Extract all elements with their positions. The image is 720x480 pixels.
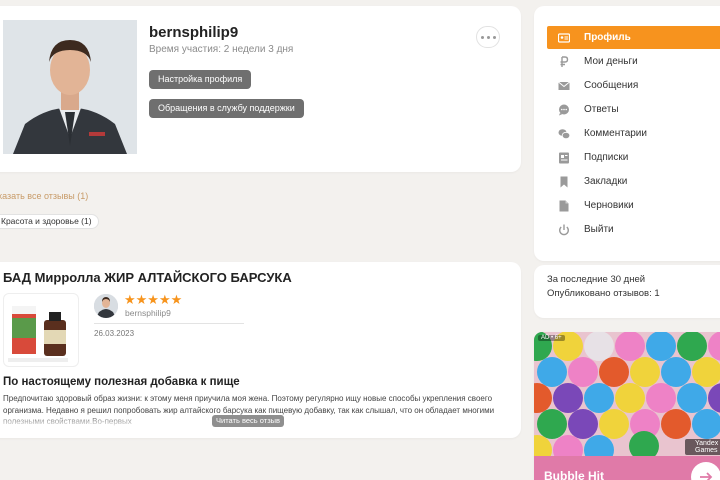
- sidebar-item-bookmarks[interactable]: Закладки: [547, 170, 720, 193]
- more-dot: [492, 35, 496, 39]
- profile-username: bernsphilip9: [149, 24, 239, 41]
- rating-stars-icon: ★★★★★: [124, 292, 183, 307]
- sidebar-item-profile[interactable]: Профиль: [547, 26, 720, 49]
- ad-title[interactable]: Bubble Hit: [544, 469, 604, 480]
- ruble-icon: [558, 55, 570, 68]
- show-all-reviews-link[interactable]: казать все отзывы (1): [0, 191, 88, 201]
- sidebar-item-label: Ответы: [584, 104, 619, 115]
- envelope-icon: [558, 80, 570, 92]
- more-options-button[interactable]: [476, 26, 500, 48]
- sidebar-item-label: Закладки: [584, 176, 628, 187]
- arrow-right-icon[interactable]: [691, 462, 720, 480]
- bubble-game-artwork: [534, 332, 720, 480]
- category-filter-chip[interactable]: Красота и здоровье (1): [0, 214, 99, 229]
- sidebar-item-label: Выйти: [584, 224, 614, 235]
- speech-bubble-icon: [558, 104, 570, 116]
- profile-settings-button[interactable]: Настройка профиля: [149, 70, 252, 89]
- sidebar-item-logout[interactable]: Выйти: [547, 218, 720, 241]
- review-date: 26.03.2023: [94, 329, 135, 338]
- product-image[interactable]: [3, 293, 79, 367]
- sidebar-item-label: Подписки: [584, 152, 629, 163]
- ad-banner[interactable]: AD • 6+ Yandex Games Bubble Hit: [534, 332, 720, 480]
- sidebar-item-label: Сообщения: [584, 80, 639, 91]
- subscriptions-icon: [558, 152, 570, 164]
- yandex-games-label: Yandex Games: [685, 439, 720, 455]
- sidebar-item-label: Черновики: [584, 200, 634, 211]
- sidebar-menu: Профиль Мои деньги Сообщения Ответы Комм…: [534, 6, 720, 261]
- reviewer-avatar[interactable]: [94, 294, 118, 318]
- stats-period: За последние 30 дней: [547, 274, 646, 285]
- bookmark-icon: [558, 176, 570, 188]
- profile-avatar[interactable]: [3, 20, 137, 154]
- sidebar-item-answers[interactable]: Ответы: [547, 98, 720, 121]
- sidebar-item-money[interactable]: Мои деньги: [547, 50, 720, 73]
- sidebar-item-label: Профиль: [584, 32, 631, 43]
- stats-published-count: Опубликовано отзывов: 1: [547, 288, 660, 299]
- member-since-text: Время участия: 2 недели 3 дня: [149, 44, 294, 55]
- more-dot: [486, 35, 490, 39]
- stats-card: За последние 30 дней Опубликовано отзыво…: [534, 265, 720, 318]
- product-title[interactable]: БАД Мирролла ЖИР АЛТАЙСКОГО БАРСУКА: [3, 270, 292, 285]
- divider: [94, 323, 244, 324]
- read-full-review-button[interactable]: Читать весь отзыв: [212, 415, 285, 427]
- sidebar-item-comments[interactable]: Комментарии: [547, 122, 720, 145]
- support-requests-button[interactable]: Обращения в службу поддержки: [149, 99, 304, 118]
- sidebar-item-subscriptions[interactable]: Подписки: [547, 146, 720, 169]
- sidebar-item-messages[interactable]: Сообщения: [547, 74, 720, 97]
- sidebar-item-label: Комментарии: [584, 128, 647, 139]
- reviewer-name[interactable]: bernsphilip9: [125, 308, 171, 318]
- sidebar-item-drafts[interactable]: Черновики: [547, 194, 720, 217]
- comments-icon: [558, 128, 570, 140]
- profile-card: bernsphilip9 Время участия: 2 недели 3 д…: [0, 6, 521, 172]
- power-icon: [558, 224, 570, 236]
- profile-card-icon: [558, 32, 570, 44]
- sidebar-item-label: Мои деньги: [584, 56, 638, 67]
- ad-age-badge: AD • 6+: [538, 335, 565, 341]
- draft-icon: [558, 200, 570, 212]
- review-heading[interactable]: По настоящему полезная добавка к пище: [3, 376, 240, 388]
- review-card: БАД Мирролла ЖИР АЛТАЙСКОГО БАРСУКА ★★★★…: [0, 262, 521, 438]
- more-dots-icon: [480, 35, 484, 39]
